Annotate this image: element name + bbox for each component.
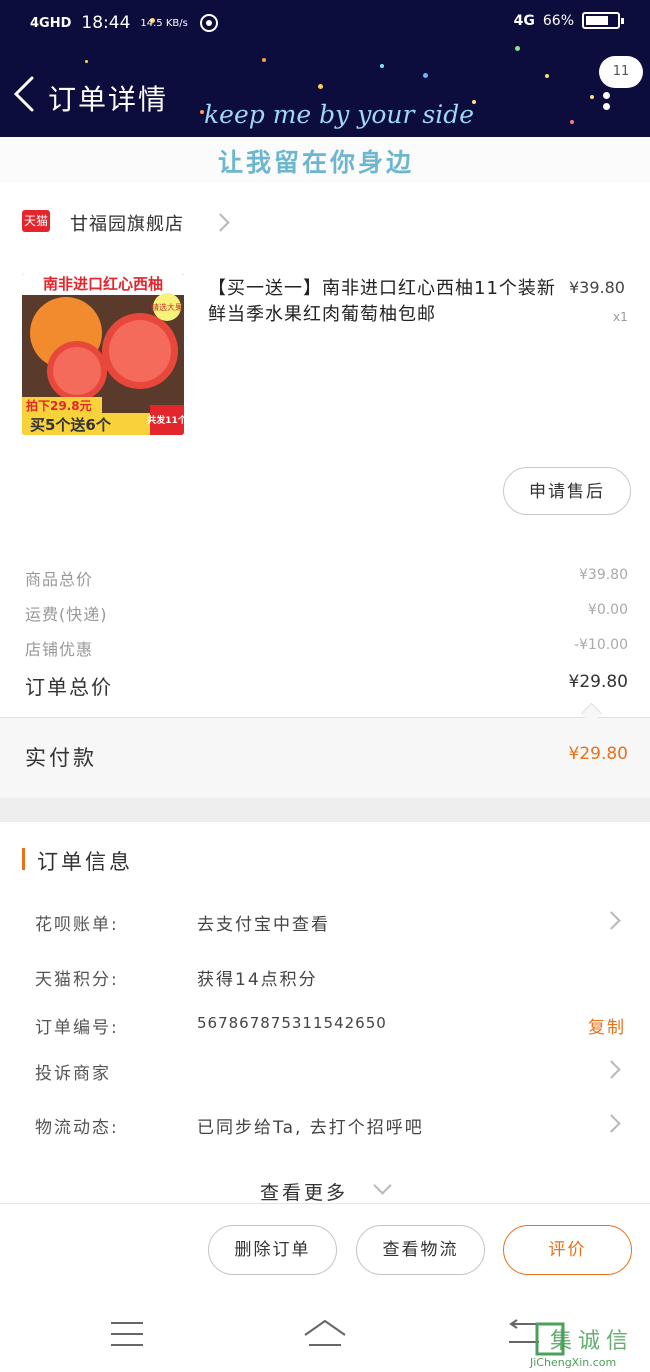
summary-value: ¥39.80 xyxy=(579,567,628,583)
view-logistics-button[interactable]: 查看物流 xyxy=(356,1225,485,1275)
order-number-value: 567867875311542650 xyxy=(197,1014,387,1032)
order-info-title: 订单信息 xyxy=(37,850,133,874)
product-image-promo: 买5个送6个 xyxy=(30,416,112,434)
net-speed: 14.5 KB/s xyxy=(140,17,188,29)
product-quantity: x1 xyxy=(613,310,628,324)
status-bar-right: 4G 66% xyxy=(513,12,624,29)
more-dots-icon[interactable] xyxy=(603,92,610,99)
divider xyxy=(0,717,650,718)
section-gap xyxy=(0,798,650,822)
paid-row xyxy=(0,718,650,798)
after-sale-button[interactable]: 申请售后 xyxy=(503,467,631,515)
summary-label: 店铺优惠 xyxy=(25,640,94,659)
battery-icon xyxy=(582,12,624,29)
chevron-right-icon[interactable] xyxy=(602,1060,621,1079)
summary-value: -¥10.00 xyxy=(573,637,628,653)
clock: 18:44 xyxy=(81,13,131,33)
more-dot[interactable] xyxy=(603,103,610,110)
tmall-points-label: 天猫积分: xyxy=(35,970,119,990)
chevron-right-icon[interactable] xyxy=(602,1114,621,1133)
paid-label: 实付款 xyxy=(25,746,97,770)
product-image[interactable]: 南非进口红心西柚 精选大果 拍下29.8元 买5个送6个 共发11个 xyxy=(22,273,184,435)
store-name[interactable]: 甘福园旗舰店 xyxy=(70,210,184,236)
more-menu-button[interactable]: 11 xyxy=(599,56,643,88)
signal-indicator: 4G xyxy=(513,12,535,29)
huabei-bill-label: 花呗账单: xyxy=(35,915,119,935)
product-image-banner: 南非进口红心西柚 xyxy=(43,275,163,293)
summary-label: 商品总价 xyxy=(25,570,94,589)
summary-value: ¥0.00 xyxy=(587,602,628,618)
status-bar-left: 4GHD 18:44 14.5 KB/s xyxy=(30,12,220,34)
order-total-value: ¥29.80 xyxy=(568,672,628,692)
review-button[interactable]: 评价 xyxy=(503,1225,632,1275)
logistics-status-value[interactable]: 已同步给Ta, 去打个招呼吧 xyxy=(197,1113,424,1138)
complain-merchant-label[interactable]: 投诉商家 xyxy=(35,1059,111,1084)
summary-label: 运费(快递) xyxy=(25,605,108,624)
order-number-label: 订单编号: xyxy=(35,1018,119,1038)
product-image-total: 共发11个 xyxy=(147,414,184,426)
tmall-points-value: 获得14点积分 xyxy=(197,970,318,990)
chevron-right-icon[interactable] xyxy=(602,911,621,930)
chevron-down-icon[interactable] xyxy=(373,1176,392,1195)
watermark-brand: 集诚信 xyxy=(550,1329,634,1354)
back-arrow-icon[interactable] xyxy=(8,74,42,114)
menu-icon[interactable] xyxy=(111,1322,143,1346)
product-title[interactable]: 【买一送一】南非进口红心西柚11个装新鲜当季水果红肉葡萄柚包邮 xyxy=(208,276,558,328)
delete-order-button[interactable]: 删除订单 xyxy=(208,1225,337,1275)
view-more-link[interactable]: 查看更多 xyxy=(260,1178,348,1205)
section-accent-bar xyxy=(22,848,25,870)
product-image-promo-price: 拍下29.8元 xyxy=(26,398,92,413)
app-notification-icon xyxy=(199,14,218,32)
product-image-tag: 精选大果 xyxy=(151,302,183,312)
divider xyxy=(0,1203,650,1204)
logistics-status-label: 物流动态: xyxy=(35,1118,119,1138)
copy-order-number-button[interactable]: 复制 xyxy=(588,1013,626,1038)
watermark-text: JiChengXin.com xyxy=(530,1356,617,1369)
huabei-bill-value[interactable]: 去支付宝中查看 xyxy=(197,910,330,935)
order-total-label: 订单总价 xyxy=(25,675,113,699)
home-icon[interactable] xyxy=(303,1318,347,1348)
battery-percent: 66% xyxy=(542,12,574,29)
header-decoration-text: keep me by your side xyxy=(204,100,475,129)
page-title: 订单详情 xyxy=(48,83,169,116)
tmall-logo: 天猫 xyxy=(22,210,50,232)
network-indicator: 4GHD xyxy=(30,15,72,31)
decoration-text: 让我留在你身边 xyxy=(218,148,415,177)
product-price: ¥39.80 xyxy=(569,278,625,297)
paid-value: ¥29.80 xyxy=(568,744,628,764)
